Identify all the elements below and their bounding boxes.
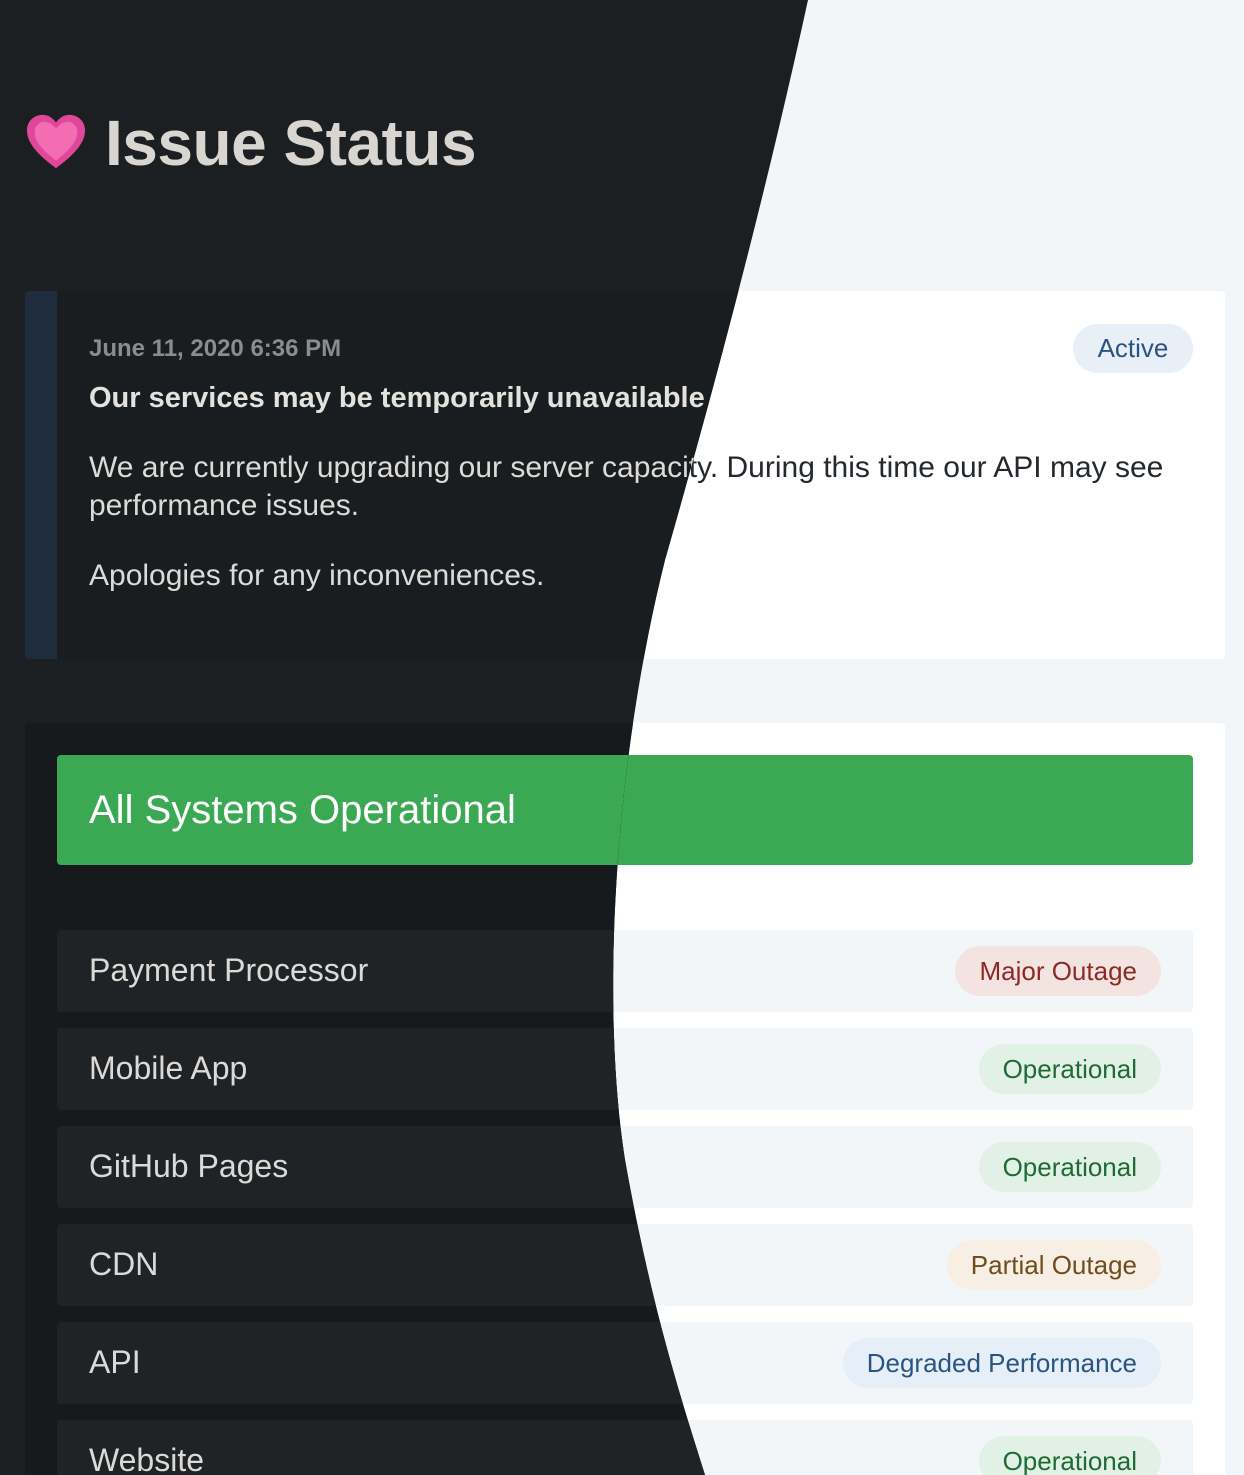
component-name: GitHub Pages [89, 1148, 289, 1184]
component-status-badge: Degraded Performance [842, 1338, 1161, 1388]
overall-status-text: All Systems Operational [89, 787, 516, 832]
component-name: Mobile App [89, 1050, 248, 1086]
component-status-badge: Operational [978, 1436, 1161, 1475]
page-title: Issue Status [105, 107, 477, 179]
incident-date: June 11, 2020 6:36 PM [89, 335, 342, 362]
component-status-badge: Major Outage [955, 946, 1161, 996]
component-status-badge: Partial Outage [946, 1240, 1161, 1290]
incident-status-badge: Active [1073, 324, 1193, 373]
component-name: Payment Processor [89, 952, 369, 988]
component-status-badge: Operational [978, 1142, 1161, 1192]
incident-heading: Our services may be temporarily unavaila… [89, 382, 705, 414]
page-header: Issue Status [25, 108, 476, 178]
component-name: CDN [89, 1246, 159, 1282]
component-name: API [89, 1344, 141, 1380]
component-name: Website [89, 1442, 205, 1475]
incident-accent-bar [25, 291, 57, 659]
pink-heart-icon [25, 112, 87, 174]
component-status-badge: Operational [978, 1044, 1161, 1094]
